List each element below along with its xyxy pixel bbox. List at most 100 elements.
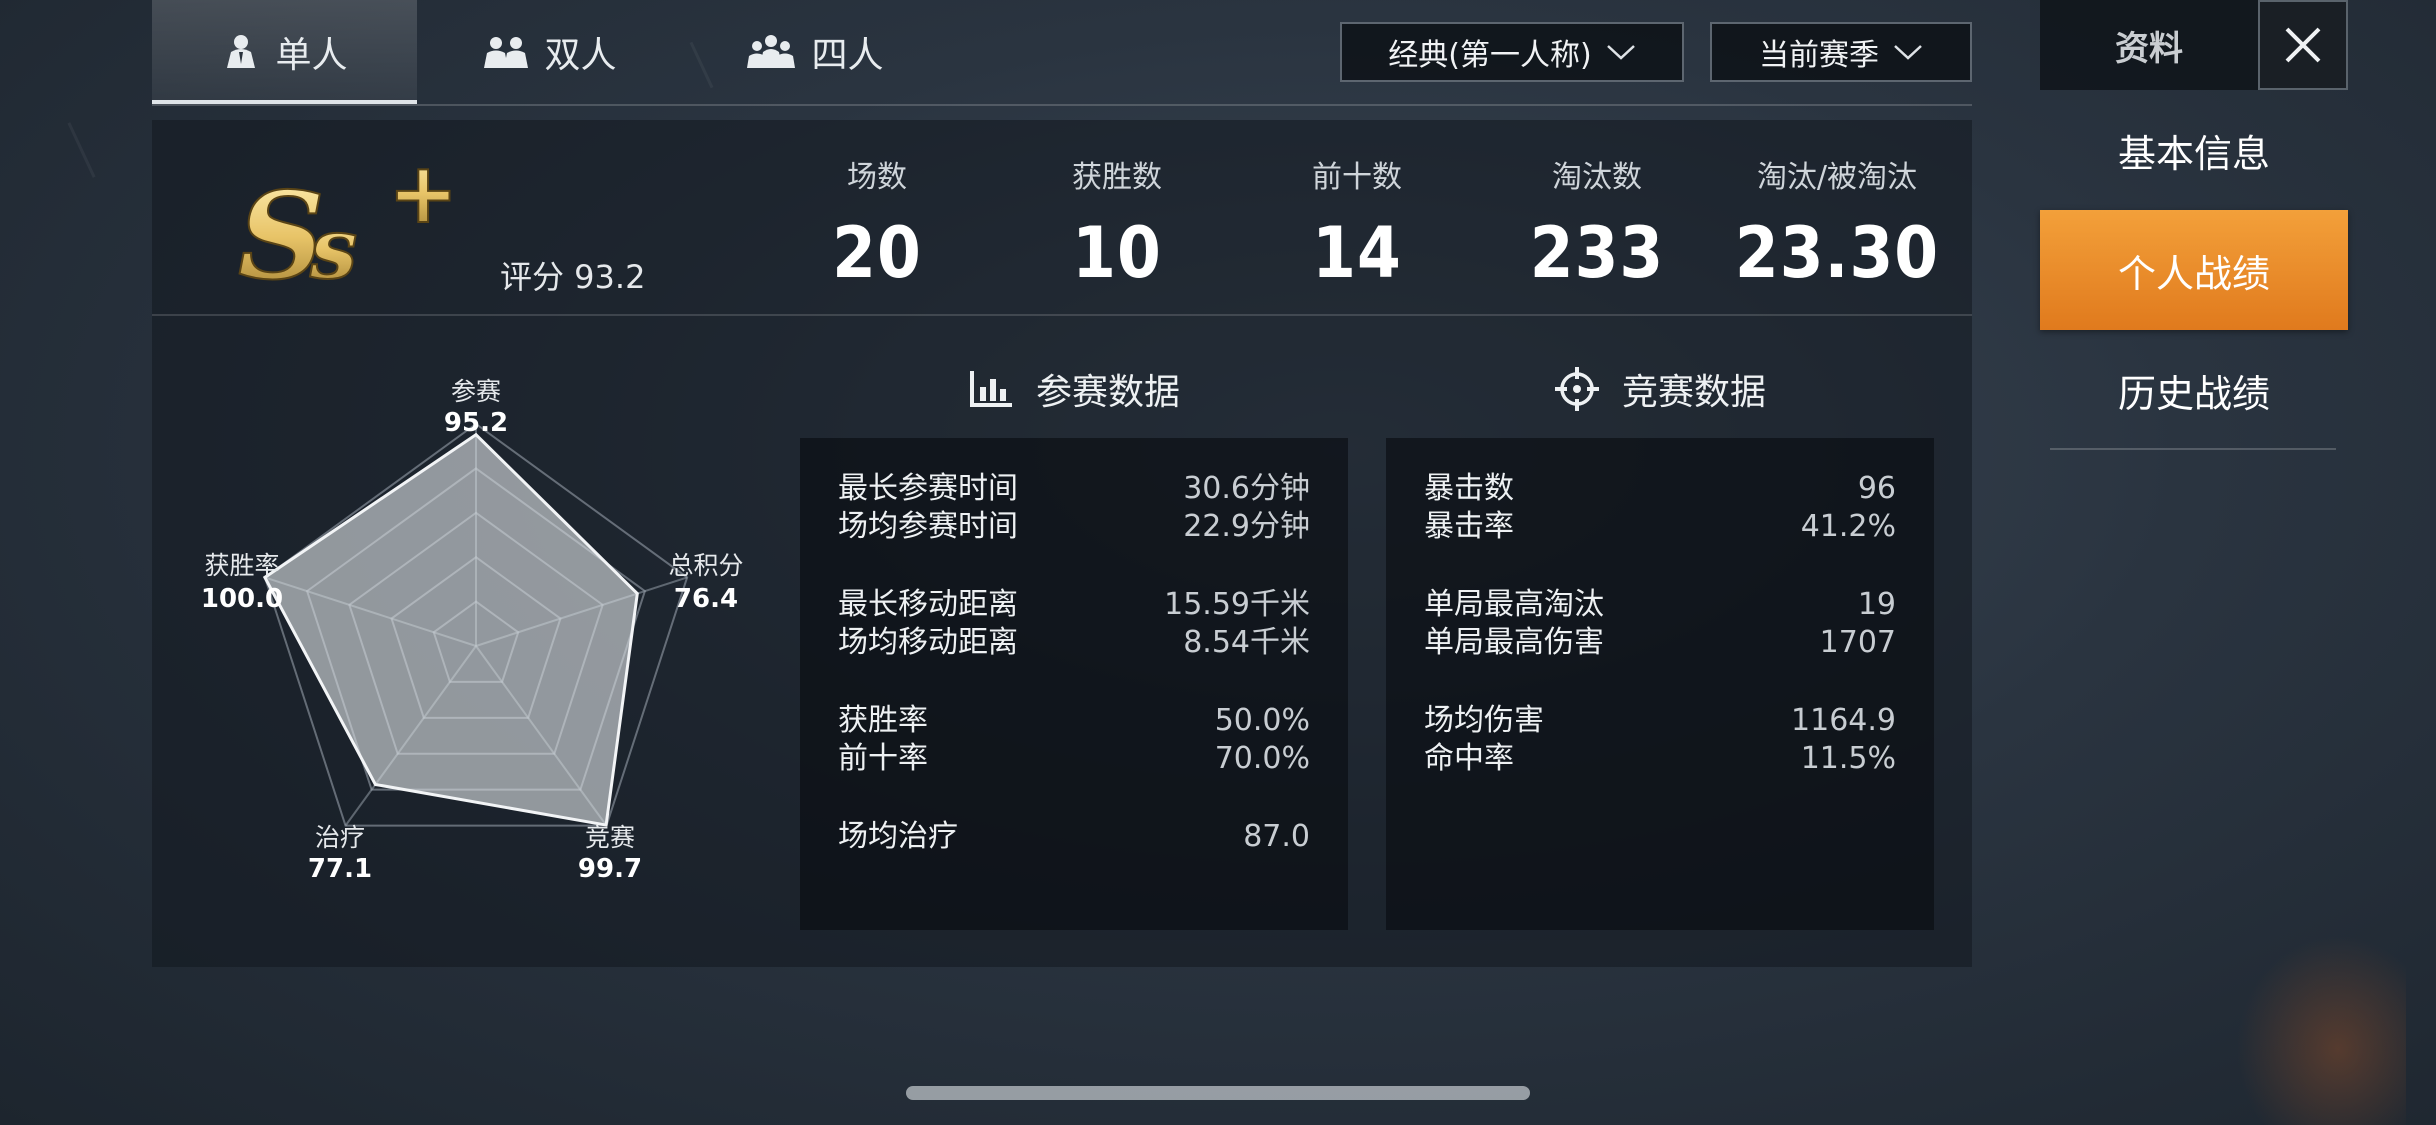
sidebar-title: 资料 [2040,0,2258,90]
stat-label: 淘汰数 [1552,160,1642,195]
list-item: 最长参赛时间 30.6分钟 [838,470,1310,508]
row-key: 单局最高淘汰 [1424,587,1604,622]
participation-header: 参赛数据 [800,340,1348,438]
list-item: 暴击率 41.2% [1424,508,1896,546]
stat-value: 10 [1072,212,1162,294]
row-value: 22.9分钟 [1183,509,1310,544]
list-item: 场均移动距离 8.54千米 [838,624,1310,662]
list-item: 获胜率 50.0% [838,702,1310,740]
tab-label: 四人 [811,35,884,76]
combat-section: 竞赛数据 暴击数 96 暴击率 41.2% 单局最高淘汰 19 单局最高伤害 1707 … [1386,340,1934,930]
radar-label-combat: 竞赛 [584,823,635,852]
list-item: 场均治疗 87.0 [838,818,1310,856]
home-indicator[interactable] [906,1086,1530,1100]
radar-value-participation: 95.2 [443,408,509,438]
list-item: 命中率 11.5% [1424,740,1896,778]
row-value: 1707 [1819,625,1896,660]
single-player-icon [227,35,256,68]
stat-wins: 获胜数 10 [1002,152,1232,288]
row-value: 1164.9 [1791,703,1896,738]
svg-text:s: s [309,199,357,290]
combat-title: 竞赛数据 [1621,372,1766,413]
row-value: 41.2% [1800,509,1896,544]
stat-value: 233 [1529,212,1665,294]
row-key: 场均参赛时间 [838,509,1018,544]
summary-divider [152,314,1972,316]
row-key: 场均伤害 [1424,703,1544,738]
row-key: 暴击率 [1424,509,1514,544]
row-value: 87.0 [1243,819,1310,854]
list-item: 暴击数 96 [1424,470,1896,508]
row-key: 最长移动距离 [838,587,1018,622]
stat-label: 淘汰/被淘汰 [1756,160,1918,195]
row-key: 单局最高伤害 [1424,625,1604,660]
stat-value: 14 [1312,212,1402,294]
radar-value-combat: 99.7 [577,854,643,884]
row-key: 场均移动距离 [838,625,1018,660]
radar-data-area [262,432,639,827]
list-item: 场均伤害 1164.9 [1424,702,1896,740]
stat-kd-ratio: 淘汰/被淘汰 23.30 [1722,152,1952,288]
season-dropdown[interactable]: 当前赛季 [1710,22,1972,82]
duo-players-icon [484,37,529,68]
chevron-down-icon [1894,45,1922,60]
row-value: 50.0% [1214,703,1310,738]
list-item: 单局最高伤害 1707 [1424,624,1896,662]
tab-squad[interactable]: 四人 [682,0,947,104]
combat-body: 暴击数 96 暴击率 41.2% 单局最高淘汰 19 单局最高伤害 1707 场均伤害 1… [1386,438,1934,930]
row-key: 获胜率 [838,703,928,738]
row-value: 11.5% [1800,741,1896,776]
rating-score: 评分 93.2 [500,258,646,296]
tab-single[interactable]: 单人 [152,0,417,104]
mode-tabs: 单人 双人 四人 [152,0,947,104]
row-value: 30.6分钟 [1183,471,1310,506]
list-item: 单局最高淘汰 19 [1424,586,1896,624]
tab-label: 单人 [275,35,348,76]
sidebar-item-history[interactable]: 历史战绩 [2040,330,2348,450]
sidebar-item-basic-info[interactable]: 基本信息 [2040,90,2348,210]
background-streak [67,122,96,178]
stat-label: 获胜数 [1072,160,1162,195]
stat-top10: 前十数 14 [1242,152,1472,288]
radar-label-healing: 治疗 [314,823,365,852]
participation-title: 参赛数据 [1035,372,1180,413]
tabs-divider [152,104,1972,106]
svg-text:+: + [388,150,458,242]
row-value: 70.0% [1214,741,1310,776]
bar-chart-icon [969,371,1012,407]
mode-dropdown-value: 经典(第一人称) [1388,38,1592,73]
row-key: 前十率 [838,741,928,776]
season-dropdown-value: 当前赛季 [1759,38,1879,73]
list-item: 前十率 70.0% [838,740,1310,778]
sidebar-item-personal-record[interactable]: 个人战绩 [2040,210,2348,330]
row-value: 15.59千米 [1164,587,1310,622]
tab-duo[interactable]: 双人 [417,0,682,104]
mode-dropdown[interactable]: 经典(第一人称) [1340,22,1684,82]
close-button[interactable] [2258,0,2348,90]
row-key: 场均治疗 [838,819,958,854]
row-value: 8.54千米 [1183,625,1310,660]
rank-badge: S s + [237,143,488,308]
list-item: 最长移动距离 15.59千米 [838,586,1310,624]
stat-value: 20 [832,212,922,294]
row-key: 命中率 [1424,741,1514,776]
stat-matches: 场数 20 [762,152,992,288]
radar-value-total-points: 76.4 [673,584,739,614]
sidebar-divider [2050,448,2336,450]
radar-value-win-rate: 100.0 [200,584,284,614]
row-value: 19 [1857,587,1896,622]
background-figure [2236,935,2406,1125]
crosshair-icon [1554,367,1599,411]
radar-label-participation: 参赛 [450,377,501,406]
list-item: 场均参赛时间 22.9分钟 [838,508,1310,546]
squad-players-icon [747,35,796,68]
radar-label-win-rate: 获胜率 [204,551,280,580]
radar-value-healing: 77.1 [307,854,373,884]
row-key: 最长参赛时间 [838,471,1018,506]
tab-label: 双人 [544,35,617,76]
stat-kills: 淘汰数 233 [1482,152,1712,288]
row-key: 暴击数 [1424,471,1514,506]
combat-header: 竞赛数据 [1386,340,1934,438]
participation-section: 参赛数据 最长参赛时间 30.6分钟 场均参赛时间 22.9分钟 最长移动距离 15.… [800,340,1348,930]
close-icon [2285,27,2321,63]
